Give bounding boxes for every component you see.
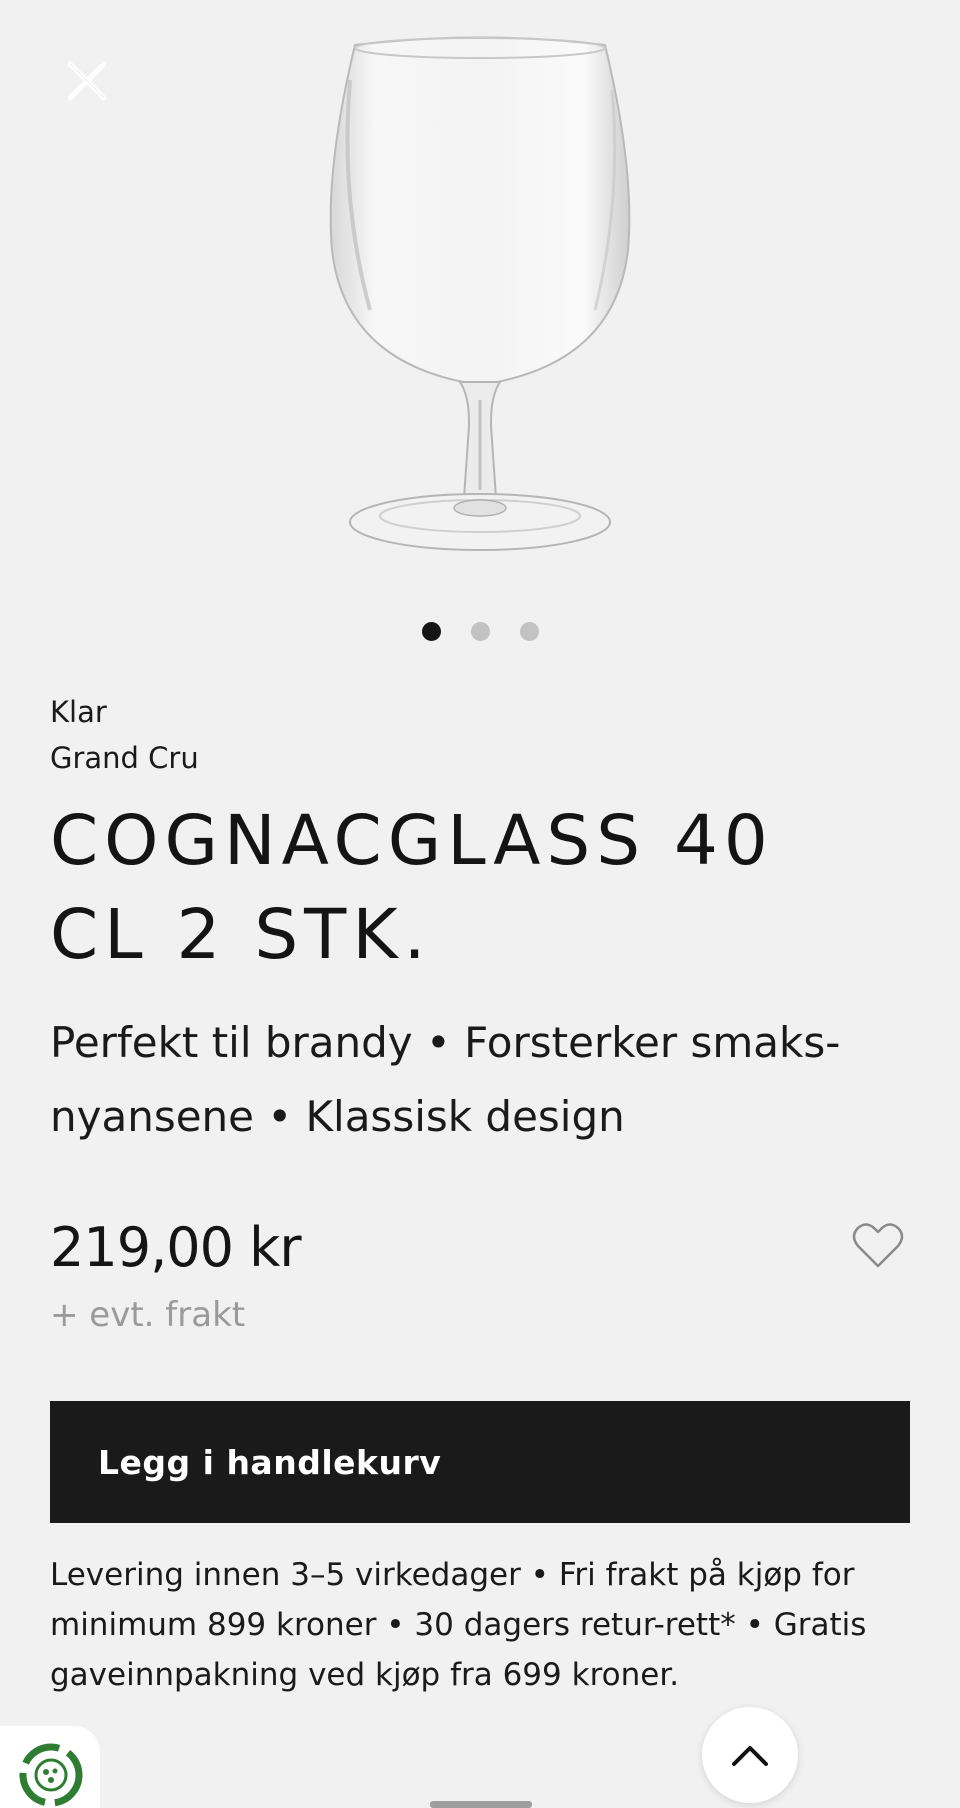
gallery-dot-3[interactable] [519, 622, 539, 641]
cognac-glass-image [329, 36, 631, 551]
price-row: 219,00 kr [50, 1208, 910, 1288]
eco-badge[interactable] [0, 1726, 100, 1808]
product-image-gallery[interactable] [0, 0, 960, 600]
gallery-dot-1[interactable] [421, 622, 441, 641]
shipping-note: + evt. frakt [50, 1295, 246, 1335]
product-color: Klar [50, 695, 107, 729]
gallery-pagination [0, 622, 960, 641]
recycle-badge-icon [19, 1743, 83, 1807]
close-button[interactable] [62, 56, 112, 106]
product-info: Klar Grand Cru COGNACGLASS 40 CL 2 STK. … [50, 688, 910, 1154]
product-title: COGNACGLASS 40 CL 2 STK. [50, 801, 774, 975]
scroll-to-top-button[interactable] [702, 1707, 798, 1803]
product-series: Grand Cru [50, 741, 199, 775]
chevron-up-icon [732, 1746, 768, 1766]
add-to-cart-button[interactable]: Legg i handlekurv [50, 1401, 910, 1523]
product-features: Perfekt til brandy • Forsterker smaks-ny… [50, 1018, 841, 1141]
favorite-button[interactable] [852, 1222, 904, 1270]
delivery-info: Levering innen 3–5 virkedager • Fri frak… [50, 1557, 867, 1693]
home-indicator [430, 1801, 532, 1808]
gallery-dot-2[interactable] [470, 622, 490, 641]
product-price: 219,00 kr [50, 1216, 302, 1279]
heart-icon [852, 1223, 904, 1268]
close-icon [67, 61, 107, 101]
